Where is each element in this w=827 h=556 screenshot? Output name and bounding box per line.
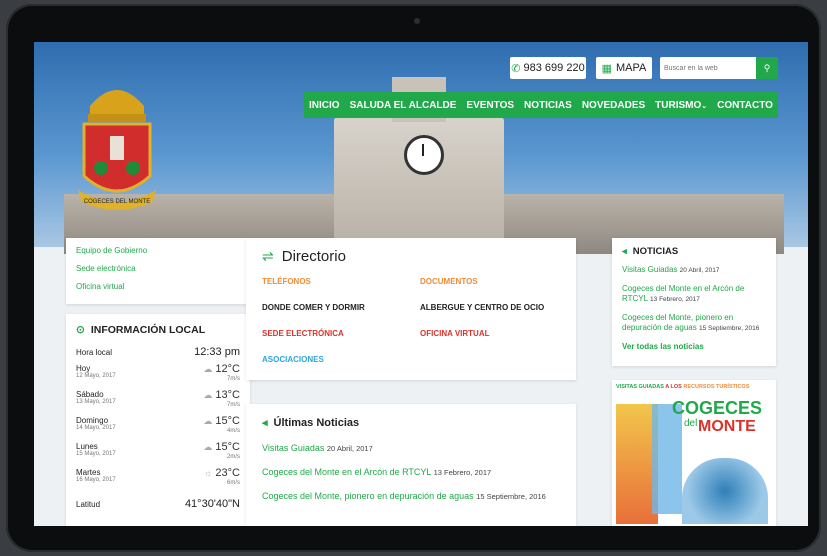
phone-button[interactable]: ✆ 983 699 220 (510, 57, 586, 79)
link-equipo-gobierno[interactable]: Equipo de Gobierno (76, 246, 240, 255)
website-screen: COGECES DEL MONTE ✆ 983 699 220 ▦ MAPA ⚲… (34, 42, 808, 526)
forecast-row: Domingo 14 Mayo, 2017 ☁ 15°C 4m/s (76, 415, 240, 435)
local-time-value: 12:33 pm (194, 346, 240, 358)
search-box: ⚲ (660, 57, 778, 80)
quick-links-card: Equipo de Gobierno Sede electrónica Ofic… (66, 238, 250, 304)
cloud-icon: ☁ (203, 364, 213, 374)
news-sidebar-card: ◂ NOTICIAS Visitas Guiadas 20 Abril, 201… (612, 238, 776, 366)
search-input[interactable] (660, 57, 760, 80)
cloud-icon: ☁ (203, 390, 213, 400)
see-all-news-link[interactable]: Ver todas las noticias (622, 342, 766, 352)
nav-saluda[interactable]: SALUDA EL ALCALDE (350, 100, 457, 111)
guided-visits-banner[interactable]: VISITAS GUIADAS A LOS RECURSOS TURÍSTICO… (612, 380, 776, 526)
local-info-title: ⊙ INFORMACIÓN LOCAL (76, 324, 206, 336)
clock-icon (404, 135, 444, 175)
news-item[interactable]: Cogeces del Monte, pionero en depuración… (262, 491, 576, 501)
laptop-bezel: COGECES DEL MONTE ✆ 983 699 220 ▦ MAPA ⚲… (6, 4, 821, 552)
directory-card: ⇌ Directorio TELÉFONOS DOCUMENTOS DONDE … (246, 238, 576, 380)
forecast-row: Lunes 15 Mayo, 2017 ☁ 15°C 2m/s (76, 441, 240, 461)
map-button[interactable]: ▦ MAPA (596, 57, 652, 79)
dir-albergue[interactable]: ALBERGUE Y CENTRO DE OCIO (420, 303, 570, 312)
phone-icon: ✆ (511, 62, 521, 75)
dir-telefonos[interactable]: TELÉFONOS (262, 277, 420, 286)
megaphone-icon: ◂ (622, 246, 627, 257)
camera (414, 18, 420, 24)
news-sidebar-item[interactable]: Cogeces del Monte, pionero en depuración… (622, 313, 766, 334)
cloud-icon: ☁ (203, 416, 213, 426)
news-item[interactable]: Cogeces del Monte en el Arcón de RTCYL 1… (262, 467, 576, 477)
latest-news-card: ◂ Últimas Noticias Visitas Guiadas 20 Ab… (246, 404, 576, 526)
dir-documentos[interactable]: DOCUMENTOS (420, 277, 570, 286)
chevron-down-icon: ⌄ (701, 102, 708, 110)
map-icon: ▦ (601, 62, 613, 75)
svg-text:COGECES DEL MONTE: COGECES DEL MONTE (84, 199, 150, 205)
nav-noticias[interactable]: NOTICIAS (524, 100, 572, 111)
forecast-row: Hoy 12 Mayo, 2017 ☁ 12°C 7m/s (76, 363, 240, 383)
forecast-row: Martes 16 Mayo, 2017 ☼ 23°C 6m/s (76, 467, 240, 487)
news-sidebar-item[interactable]: Visitas Guiadas 20 Abril, 2017 (622, 265, 766, 276)
search-icon: ⚲ (763, 62, 771, 73)
signpost-icon: ⇌ (262, 248, 274, 264)
phone-number: 983 699 220 (523, 62, 585, 74)
nav-eventos[interactable]: EVENTOS (466, 100, 514, 111)
dir-donde-comer[interactable]: DONDE COMER Y DORMIR (262, 303, 420, 312)
latest-news-title: ◂ Últimas Noticias (262, 416, 360, 430)
nav-contacto[interactable]: CONTACTO (717, 100, 773, 111)
forecast-row: Sábado 13 Mayo, 2017 ☁ 13°C 7m/s (76, 389, 240, 409)
dir-asociaciones[interactable]: ASOCIACIONES (262, 355, 420, 364)
coat-of-arms-logo[interactable]: COGECES DEL MONTE (68, 64, 166, 212)
link-sede-electronica[interactable]: Sede electrónica (76, 264, 240, 273)
news-sidebar-title: ◂ NOTICIAS (622, 246, 679, 257)
main-nav: INICIO SALUDA EL ALCALDE EVENTOS NOTICIA… (304, 92, 778, 118)
nav-novedades[interactable]: NOVEDADES (582, 100, 645, 111)
clock-tower (334, 77, 504, 252)
location-pin-icon: ⊙ (76, 324, 85, 336)
cloud-icon: ☁ (203, 442, 213, 452)
dir-sede-electronica[interactable]: SEDE ELECTRÓNICA (262, 329, 420, 338)
sun-icon: ☼ (204, 468, 213, 478)
local-info-card: ⊙ INFORMACIÓN LOCAL Hora local 12:33 pm … (66, 314, 250, 526)
news-sidebar-item[interactable]: Cogeces del Monte en el Arcón de RTCYL 1… (622, 284, 766, 305)
directory-title: ⇌ Directorio (262, 248, 346, 265)
link-oficina-virtual[interactable]: Oficina virtual (76, 282, 240, 291)
nav-turismo[interactable]: TURISMO⌄ (655, 100, 707, 111)
dir-oficina-virtual[interactable]: OFICINA VIRTUAL (420, 329, 570, 338)
news-item[interactable]: Visitas Guiadas 20 Abril, 2017 (262, 443, 576, 453)
latitude-label: Latitud (76, 499, 101, 509)
nav-inicio[interactable]: INICIO (309, 100, 340, 111)
local-time-label: Hora local (76, 347, 113, 357)
megaphone-icon: ◂ (262, 417, 268, 429)
latitude-value: 41°30'40"N (184, 498, 240, 510)
map-illustration (682, 458, 768, 524)
search-button[interactable]: ⚲ (756, 57, 778, 79)
